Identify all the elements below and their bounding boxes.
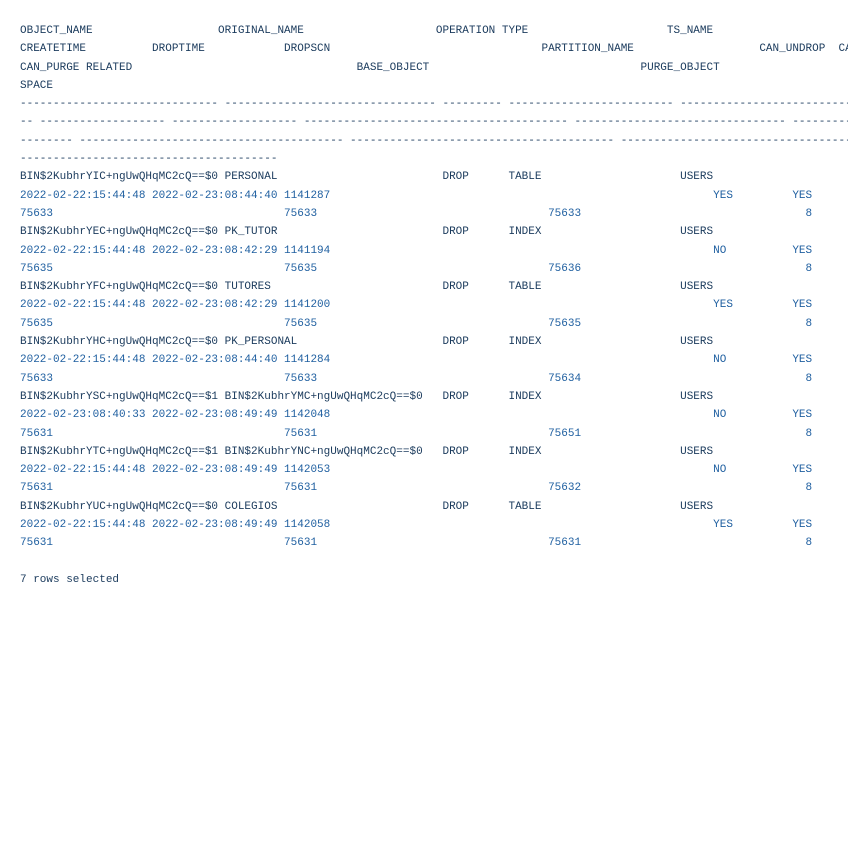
result-row-name-line: BIN$2KubhrYUC+ngUwQHqMC2cQ==$0 COLEGIOS … xyxy=(20,500,714,513)
column-header-line: SPACE xyxy=(20,79,54,92)
result-row-name-line: BIN$2KubhrYFC+ngUwQHqMC2cQ==$0 TUTORES D… xyxy=(20,281,714,294)
result-row-name-line: BIN$2KubhrYIC+ngUwQHqMC2cQ==$0 PERSONAL … xyxy=(20,171,714,184)
result-row-time-line: 2022-02-22:15:44:48 2022-02-23:08:42:29 … xyxy=(20,244,813,257)
separator-line: -------- -------------------------------… xyxy=(20,134,848,147)
column-header-line: CAN_PURGE RELATED BASE_OBJECT PURGE_OBJE… xyxy=(20,61,720,74)
result-row-name-line: BIN$2KubhrYSC+ngUwQHqMC2cQ==$1 BIN$2Kubh… xyxy=(20,390,714,403)
result-row-object-line: 75631 75631 75631 8 xyxy=(20,537,813,550)
separator-line: --------------------------------------- xyxy=(20,153,278,166)
separator-line: -- ------------------- -----------------… xyxy=(20,116,848,129)
result-row-object-line: 75635 75635 75635 8 xyxy=(20,317,813,330)
result-row-time-line: 2022-02-22:15:44:48 2022-02-23:08:49:49 … xyxy=(20,464,813,477)
result-row-time-line: 2022-02-22:15:44:48 2022-02-23:08:44:40 … xyxy=(20,354,813,367)
column-header-line: OBJECT_NAME ORIGINAL_NAME OPERATION TYPE… xyxy=(20,25,714,37)
sql-output: OBJECT_NAME ORIGINAL_NAME OPERATION TYPE… xyxy=(20,22,848,848)
result-row-object-line: 75633 75633 75633 8 xyxy=(20,207,813,220)
result-row-object-line: 75633 75633 75634 8 xyxy=(20,372,813,385)
result-row-object-line: 75631 75631 75632 8 xyxy=(20,482,813,495)
result-row-time-line: 2022-02-22:15:44:48 2022-02-23:08:44:40 … xyxy=(20,189,813,202)
column-header-line: CREATETIME DROPTIME DROPSCN PARTITION_NA… xyxy=(20,43,848,56)
result-row-time-line: 2022-02-23:08:40:33 2022-02-23:08:49:49 … xyxy=(20,409,813,422)
result-row-time-line: 2022-02-22:15:44:48 2022-02-23:08:42:29 … xyxy=(20,299,813,312)
result-row-name-line: BIN$2KubhrYEC+ngUwQHqMC2cQ==$0 PK_TUTOR … xyxy=(20,226,714,239)
separator-line: ------------------------------ ---------… xyxy=(20,98,848,111)
result-row-name-line: BIN$2KubhrYTC+ngUwQHqMC2cQ==$1 BIN$2Kubh… xyxy=(20,445,714,458)
rows-selected-footer: 7 rows selected xyxy=(20,573,120,586)
result-row-name-line: BIN$2KubhrYHC+ngUwQHqMC2cQ==$0 PK_PERSON… xyxy=(20,336,714,349)
result-row-time-line: 2022-02-22:15:44:48 2022-02-23:08:49:49 … xyxy=(20,519,813,532)
result-row-object-line: 75631 75631 75651 8 xyxy=(20,427,813,440)
result-row-object-line: 75635 75635 75636 8 xyxy=(20,262,813,275)
